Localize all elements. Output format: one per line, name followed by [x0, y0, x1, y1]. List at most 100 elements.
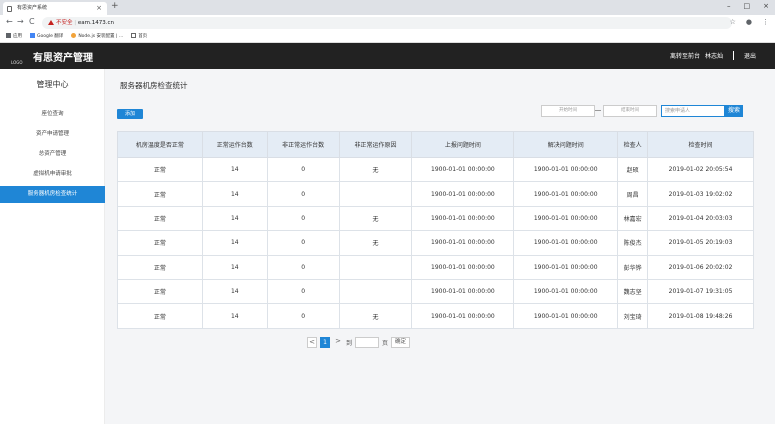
window-controls: – □ × [727, 2, 769, 10]
sidebar-item-total-assets[interactable]: 总资产管理 [0, 146, 105, 163]
table-cell: 1900-01-01 00:00:00 [513, 205, 619, 232]
page-number-current[interactable]: 1 [320, 336, 330, 348]
table-cell: 周昌 [617, 181, 649, 207]
logout-link[interactable]: 退出 [744, 51, 756, 60]
address-bar-actions: ☆ ● ⋮ [730, 18, 769, 26]
table-cell: 1900-01-01 00:00:00 [411, 156, 515, 183]
tab-close-icon[interactable]: × [96, 2, 102, 15]
table-cell: 14 [201, 181, 268, 207]
table-cell: 14 [201, 230, 268, 256]
table-cell: 0 [266, 205, 340, 232]
table-cell: 赵硕 [617, 156, 649, 183]
sidebar-item-seat-query[interactable]: 座位查询 [0, 106, 105, 123]
minimize-icon[interactable]: – [727, 2, 731, 10]
page-title: 服务器机房检查统计 [120, 81, 188, 90]
table-row: 正常 14 0 无 1900-01-01 00:00:00 1900-01-01 00:0… [117, 230, 754, 256]
app-header: LOGO 有思资产管理 离转至前台 林志灿 退出 [0, 43, 775, 69]
logo: LOGO [11, 60, 23, 65]
table-cell: 1900-01-01 00:00:00 [411, 205, 515, 232]
table-row: 正常 14 0 1900-01-01 00:00:00 1900-01-01 00:00… [117, 181, 754, 207]
table-cell: 彭华铧 [617, 254, 649, 280]
search-input[interactable]: 搜索申请人 [661, 105, 725, 117]
sidebar-item-server-room[interactable]: 服务器机房检查统计 [0, 186, 105, 203]
browser-tab[interactable]: 有思资产系统 × [3, 2, 107, 15]
table-cell: 正常 [117, 205, 203, 232]
table-cell: 0 [266, 156, 340, 183]
table-cell: 1900-01-01 00:00:00 [513, 278, 619, 305]
header-links: 离转至前台 林志灿 退出 [670, 51, 756, 60]
table-cell: 1900-01-01 00:00:00 [411, 278, 515, 305]
table-cell: 正常 [117, 156, 203, 183]
star-icon[interactable]: ☆ [730, 18, 736, 26]
table-cell: 0 [266, 230, 340, 256]
table-cell: 2019-01-08 19:48:26 [647, 303, 754, 329]
bookmark-google-translate[interactable]: Google 翻译 [30, 31, 63, 42]
front-desk-link[interactable]: 离转至前台 [670, 51, 700, 60]
pagination: < 1 > 到 页 确定 [307, 336, 411, 348]
goto-confirm-button[interactable]: 确定 [391, 336, 411, 348]
table-cell: 无 [338, 205, 413, 232]
sidebar-item-asset-request[interactable]: 资产申请管理 [0, 126, 105, 143]
table-row: 正常 14 0 无 1900-01-01 00:00:00 1900-01-01 00:0… [117, 205, 754, 232]
end-date-input[interactable]: 结束时间 [603, 105, 657, 117]
next-page-button[interactable]: > [333, 337, 343, 348]
reload-icon[interactable]: C [29, 17, 35, 26]
security-label[interactable]: 不安全 [56, 20, 73, 26]
table-cell: 正常 [117, 230, 203, 256]
forward-icon[interactable]: → [17, 17, 24, 26]
table-cell: 1900-01-01 00:00:00 [513, 181, 619, 207]
table-row: 正常 14 0 无 1900-01-01 00:00:00 1900-01-01 00:0… [117, 156, 754, 183]
bookmark-home[interactable]: 首页 [131, 31, 147, 42]
table-cell [338, 254, 413, 280]
table-cell: 2019-01-04 20:03:03 [647, 205, 754, 232]
table-cell: 无 [338, 156, 413, 183]
page-icon [131, 33, 137, 38]
inspection-table: 机房温度是否正常 正常运作台数 非正常运作台数 非正常运作原因 上报问题时间 解… [117, 131, 754, 329]
close-window-icon[interactable]: × [763, 2, 769, 10]
browser-tabbar: 有思资产系统 × + – □ × [0, 0, 775, 15]
profile-icon[interactable]: ● [746, 18, 752, 26]
back-icon[interactable]: ← [6, 17, 13, 26]
table-cell: 1900-01-01 00:00:00 [513, 254, 619, 280]
table-cell: 0 [266, 303, 340, 329]
column-header: 非正常运作原因 [338, 131, 413, 158]
table-cell: 0 [266, 278, 340, 305]
search-button[interactable]: 搜索 [725, 105, 743, 117]
table-header-row: 机房温度是否正常 正常运作台数 非正常运作台数 非正常运作原因 上报问题时间 解… [117, 131, 754, 158]
table-cell: 林嘉宏 [617, 205, 649, 232]
add-button[interactable]: 添加 [117, 109, 143, 119]
table-cell: 1900-01-01 00:00:00 [513, 156, 619, 183]
table-cell [338, 181, 413, 207]
brand-title[interactable]: 有思资产管理 [33, 49, 93, 64]
address-bar-row: ← → C 不安全 | eam.1473.cn ☆ ● ⋮ [0, 15, 775, 31]
main-content: 服务器机房检查统计 添加 开始时间 结束时间 搜索申请人 搜索 机房温度是否正常… [105, 69, 775, 424]
url-text: eam.1473.cn [77, 20, 114, 26]
table-cell [338, 278, 413, 305]
column-header: 上报问题时间 [411, 131, 515, 158]
table-cell: 2019-01-05 20:19:03 [647, 230, 754, 256]
table-cell: 2019-01-02 20:05:54 [647, 156, 754, 183]
url-field[interactable]: 不安全 | eam.1473.cn [42, 17, 732, 29]
table-row: 正常 14 0 1900-01-01 00:00:00 1900-01-01 00:00… [117, 254, 754, 280]
sidebar: 管理中心 座位查询 资产申请管理 总资产管理 虚拟机申请审批 服务器机房检查统计 [0, 69, 105, 424]
new-tab-button[interactable]: + [111, 1, 119, 11]
table-cell: 1900-01-01 00:00:00 [411, 303, 515, 329]
sidebar-item-vm-approval[interactable]: 虚拟机申请审批 [0, 166, 105, 183]
table-cell: 刘宝琦 [617, 303, 649, 329]
goto-page-input[interactable] [355, 336, 380, 348]
prev-page-button[interactable]: < [307, 336, 317, 348]
page-icon [7, 6, 12, 12]
tab-title: 有思资产系统 [17, 5, 48, 11]
table-cell: 0 [266, 181, 340, 207]
table-cell: 14 [201, 254, 268, 280]
user-name[interactable]: 林志灿 [705, 51, 723, 60]
table-cell: 正常 [117, 278, 203, 305]
bookmark-nodejs[interactable]: Node.js 安装配置 | ... [71, 31, 123, 42]
date-range-dash [595, 110, 601, 111]
table-row: 正常 14 0 1900-01-01 00:00:00 1900-01-01 00:00… [117, 278, 754, 305]
bookmark-apps[interactable]: 应用 [6, 31, 22, 42]
table-cell: 无 [338, 303, 413, 329]
menu-icon[interactable]: ⋮ [762, 18, 769, 26]
maximize-icon[interactable]: □ [744, 2, 751, 10]
start-date-input[interactable]: 开始时间 [541, 105, 595, 117]
